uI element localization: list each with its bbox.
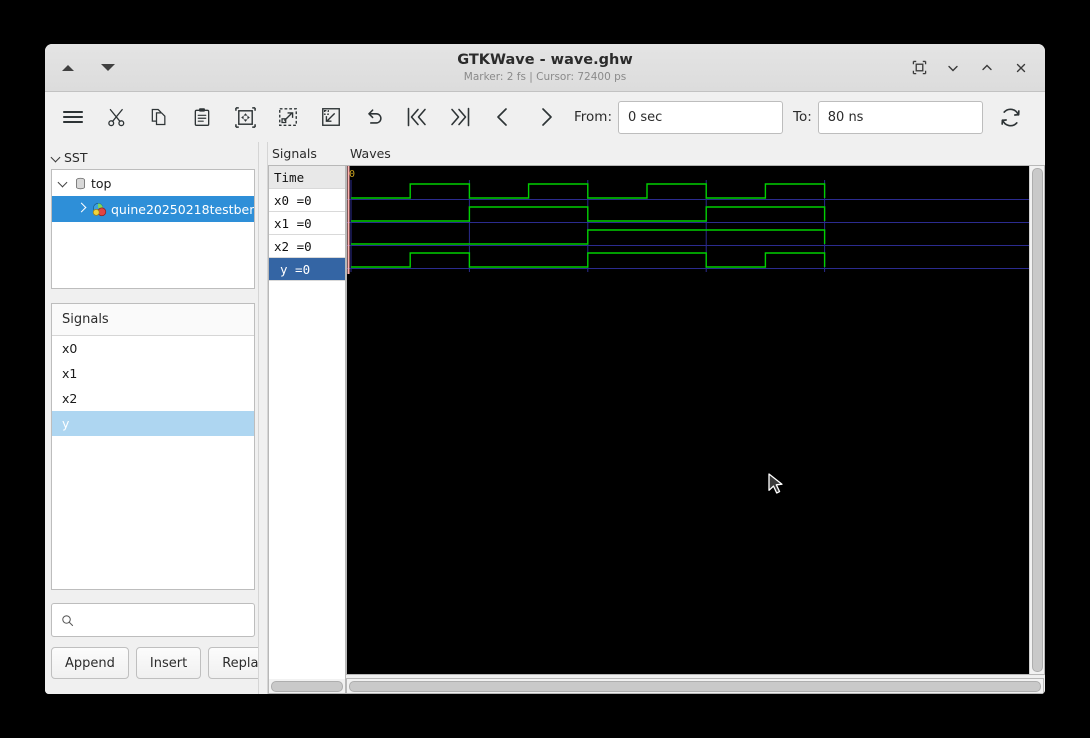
- triangle-up-icon: [62, 64, 74, 71]
- waves-caption: Waves: [350, 146, 391, 161]
- wave-signal-row[interactable]: x1 =0: [269, 212, 345, 235]
- tree-item-top[interactable]: top: [52, 170, 254, 196]
- scrollbar-thumb[interactable]: [271, 680, 343, 692]
- to-input[interactable]: 80 ns: [817, 100, 983, 134]
- cylinder-icon: [76, 177, 85, 189]
- waveform-svg: 0: [347, 166, 1029, 274]
- signals-list-header: Signals: [52, 304, 254, 336]
- title-bar-nav: [55, 44, 121, 91]
- main-area: SST top quine20250218testbenc Signals x0…: [45, 142, 1045, 694]
- zoom-in-button[interactable]: [270, 99, 306, 135]
- svg-text:0: 0: [349, 169, 355, 180]
- title-block: GTKWave - wave.ghw Marker: 2 fs | Cursor…: [45, 44, 1045, 91]
- chevron-right-icon: [542, 108, 552, 126]
- close-x-icon: [1016, 63, 1026, 72]
- reload-button[interactable]: [993, 99, 1029, 135]
- list-item[interactable]: x1: [52, 361, 254, 386]
- marker-cursor-status: Marker: 2 fs | Cursor: 72400 ps: [463, 70, 627, 83]
- goto-end-button[interactable]: [442, 99, 478, 135]
- wave-signal-row[interactable]: y =0: [269, 258, 345, 281]
- from-label: From:: [574, 109, 612, 125]
- list-item[interactable]: y: [52, 411, 254, 436]
- copy-button[interactable]: [141, 99, 177, 135]
- search-field-wrapper[interactable]: [51, 603, 255, 637]
- wave-names-caption: Signals: [272, 146, 317, 161]
- hamburger-menu-icon: [62, 110, 84, 124]
- zoom-out-dashed-icon: [322, 108, 340, 126]
- wave-top: Signals Time x0 =0 x1 =0 x2 =0 y =0 Wave…: [268, 146, 1045, 694]
- gtkwave-window: GTKWave - wave.ghw Marker: 2 fs | Cursor…: [45, 44, 1045, 694]
- triangle-down-icon: [101, 64, 115, 71]
- paste-button[interactable]: [184, 99, 220, 135]
- wave-signal-row[interactable]: x2 =0: [269, 235, 345, 258]
- zoom-out-button[interactable]: [313, 99, 349, 135]
- prev-edge-button[interactable]: [485, 99, 521, 135]
- chevron-down-icon: [52, 153, 61, 162]
- signals-list-panel: Signals x0 x1 x2 y: [51, 303, 255, 590]
- sst-header[interactable]: SST: [48, 148, 258, 169]
- wave-names-column: Signals Time x0 =0 x1 =0 x2 =0 y =0: [268, 146, 346, 694]
- tree-item-testbench[interactable]: quine20250218testbenc: [52, 196, 254, 222]
- search-input[interactable]: [80, 611, 244, 629]
- chevron-up-icon: [982, 64, 992, 70]
- title-bar: GTKWave - wave.ghw Marker: 2 fs | Cursor…: [45, 44, 1045, 92]
- zoom-fit-button[interactable]: [227, 99, 263, 135]
- expander-right-icon[interactable]: [76, 203, 88, 215]
- list-item[interactable]: x2: [52, 386, 254, 411]
- nav-up-button[interactable]: [55, 55, 81, 81]
- window-title: GTKWave - wave.ghw: [457, 51, 633, 68]
- restore-button[interactable]: [903, 53, 935, 83]
- tree-item-label: top: [91, 175, 112, 191]
- module-color-icon: [92, 202, 107, 216]
- zoom-fit-icon: [234, 106, 256, 128]
- tree-item-label: quine20250218testbenc: [111, 201, 254, 217]
- maximize-button[interactable]: [971, 53, 1003, 83]
- scrollbar-thumb[interactable]: [349, 680, 1041, 692]
- skip-to-start-icon: [407, 107, 426, 127]
- scrollbar-thumb[interactable]: [1031, 168, 1043, 672]
- from-input[interactable]: 0 sec: [618, 100, 783, 134]
- list-item[interactable]: x0: [52, 336, 254, 361]
- chevron-left-icon: [497, 108, 507, 126]
- to-label: To:: [793, 109, 812, 125]
- insert-button[interactable]: Insert: [135, 647, 202, 679]
- wave-area: Signals Time x0 =0 x1 =0 x2 =0 y =0 Wave…: [268, 142, 1045, 694]
- wave-panel: 0: [346, 165, 1045, 675]
- scissors-icon: [107, 108, 124, 126]
- wave-signal-row[interactable]: x0 =0: [269, 189, 345, 212]
- next-edge-button[interactable]: [528, 99, 564, 135]
- clipboard-icon: [194, 108, 210, 126]
- toolbar: From: 0 sec To: 80 ns: [45, 92, 1045, 143]
- wave-canvas-column: Waves 0: [346, 146, 1045, 694]
- wave-vertical-scrollbar[interactable]: [1029, 166, 1044, 674]
- restore-window-icon: [912, 60, 926, 75]
- copy-pages-icon: [151, 108, 166, 126]
- reload-circular-icon: [1001, 108, 1020, 126]
- expander-down-icon[interactable]: [58, 177, 70, 189]
- sst-tree: top quine20250218testbenc: [51, 169, 255, 289]
- wave-horizontal-scrollbar[interactable]: [346, 678, 1044, 694]
- skip-to-end-icon: [451, 107, 470, 127]
- wave-canvas[interactable]: 0: [347, 166, 1029, 674]
- window-controls: [903, 44, 1037, 91]
- minimize-button[interactable]: [937, 53, 969, 83]
- chevron-down-icon: [948, 65, 958, 71]
- wave-time-row: Time: [269, 166, 345, 189]
- menu-button[interactable]: [55, 99, 91, 135]
- goto-start-button[interactable]: [399, 99, 435, 135]
- pane-divider[interactable]: [258, 142, 268, 694]
- cut-button[interactable]: [98, 99, 134, 135]
- sidebar: SST top quine20250218testbenc Signals x0…: [45, 142, 288, 694]
- zoom-undo-button[interactable]: [356, 99, 392, 135]
- nav-down-button[interactable]: [95, 55, 121, 81]
- wave-names-list: Time x0 =0 x1 =0 x2 =0 y =0: [268, 165, 346, 679]
- zoom-in-dashed-icon: [279, 108, 297, 126]
- names-horizontal-scrollbar[interactable]: [268, 679, 346, 694]
- append-button[interactable]: Append: [51, 647, 129, 679]
- undo-arrow-icon: [368, 109, 382, 124]
- search-icon: [62, 614, 74, 626]
- close-button[interactable]: [1005, 53, 1037, 83]
- signal-action-buttons: Append Insert Replace: [51, 647, 288, 679]
- sst-label: SST: [64, 150, 88, 165]
